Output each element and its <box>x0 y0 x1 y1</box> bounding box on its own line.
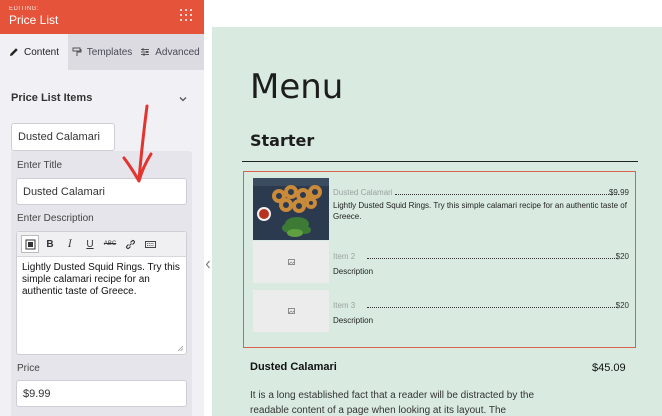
divider <box>242 161 638 162</box>
item-description: Description <box>333 267 374 276</box>
detail-item-text: It is a long established fact that a rea… <box>250 390 535 416</box>
strike-label: ABC <box>103 241 117 247</box>
description-label: Enter Description <box>17 213 94 224</box>
item-editor: Enter Title Enter Description B I U ABC … <box>11 151 192 416</box>
item-price: $9.99 <box>608 188 629 197</box>
red-arrow-annotation-icon <box>122 104 153 183</box>
detail-item-price: $45.09 <box>592 362 626 374</box>
tab-content-label: Content <box>23 46 60 58</box>
paragraph-format-button[interactable] <box>21 235 39 253</box>
item-name: Dusted Calamari <box>333 188 393 197</box>
chevron-down-icon[interactable] <box>178 94 188 104</box>
title-label: Enter Title <box>17 160 63 171</box>
link-button[interactable] <box>121 235 139 253</box>
item-description: Lightly Dusted Squid Rings. Try this sim… <box>333 201 627 221</box>
bold-label: B <box>46 238 54 250</box>
image-icon <box>287 259 295 265</box>
price-label: Price <box>17 363 40 374</box>
price-list-widget[interactable]: Dusted Calamari $9.99 Lightly Dusted Squ… <box>243 171 636 348</box>
strikethrough-button[interactable]: ABC <box>101 235 119 253</box>
collapse-panel-button[interactable] <box>203 257 212 271</box>
calamari-photo <box>253 178 329 240</box>
item-tab-dusted-calamari[interactable]: Dusted Calamari <box>11 123 115 151</box>
underline-button[interactable]: U <box>81 235 99 253</box>
starter-heading: Starter <box>250 131 315 150</box>
page-preview: Menu Starter Dusted Calamari $9.99 Light… <box>212 27 662 416</box>
sliders-icon <box>141 48 150 56</box>
description-editor[interactable]: B I U ABC Lightly Dusted Squid Rings. Tr… <box>16 231 187 355</box>
paint-roller-icon <box>72 47 82 56</box>
tab-content[interactable]: Content <box>0 34 68 70</box>
section-title: Price List Items <box>11 92 93 104</box>
editing-label: EDITING: <box>9 6 40 12</box>
description-text[interactable]: Lightly Dusted Squid Rings. Try this sim… <box>17 257 186 303</box>
item-name: Item 2 <box>333 252 356 261</box>
dotted-leader <box>367 307 617 308</box>
detail-item-name: Dusted Calamari <box>250 361 337 373</box>
item-name: Item 3 <box>333 301 356 310</box>
item-price: $20 <box>615 252 629 261</box>
menu-heading: Menu <box>250 67 344 107</box>
editor-toolbar: B I U ABC <box>17 232 186 257</box>
link-icon <box>125 239 135 249</box>
tab-templates[interactable]: Templates <box>68 34 136 70</box>
title-input[interactable] <box>16 178 187 205</box>
item-price: $20 <box>615 301 629 310</box>
paragraph-icon <box>25 239 35 249</box>
tab-templates-label: Templates <box>86 46 133 58</box>
image-icon <box>287 308 295 314</box>
underline-label: U <box>86 238 94 250</box>
keyboard-button[interactable] <box>141 235 159 253</box>
image-placeholder <box>253 290 329 332</box>
grid-dots-icon[interactable] <box>180 9 194 23</box>
panel-tabs: Content Templates Advanced <box>0 34 204 70</box>
resize-handle-icon[interactable] <box>177 345 184 352</box>
panel-title: Price List <box>9 13 59 27</box>
item-description: Description <box>333 316 374 325</box>
bold-button[interactable]: B <box>41 235 59 253</box>
image-placeholder <box>253 241 329 283</box>
editor-panel: EDITING: Price List Content Templates Ad… <box>0 0 204 416</box>
dotted-leader <box>367 258 617 259</box>
tab-advanced[interactable]: Advanced <box>136 34 204 70</box>
pencil-icon <box>9 48 18 56</box>
tab-advanced-label: Advanced <box>155 46 200 58</box>
dotted-leader <box>395 194 619 195</box>
panel-header: EDITING: Price List <box>0 0 204 34</box>
price-input[interactable] <box>16 380 187 407</box>
chevron-left-icon <box>205 260 210 268</box>
italic-button[interactable]: I <box>61 235 79 253</box>
keyboard-icon <box>144 240 156 248</box>
italic-label: I <box>68 238 72 250</box>
